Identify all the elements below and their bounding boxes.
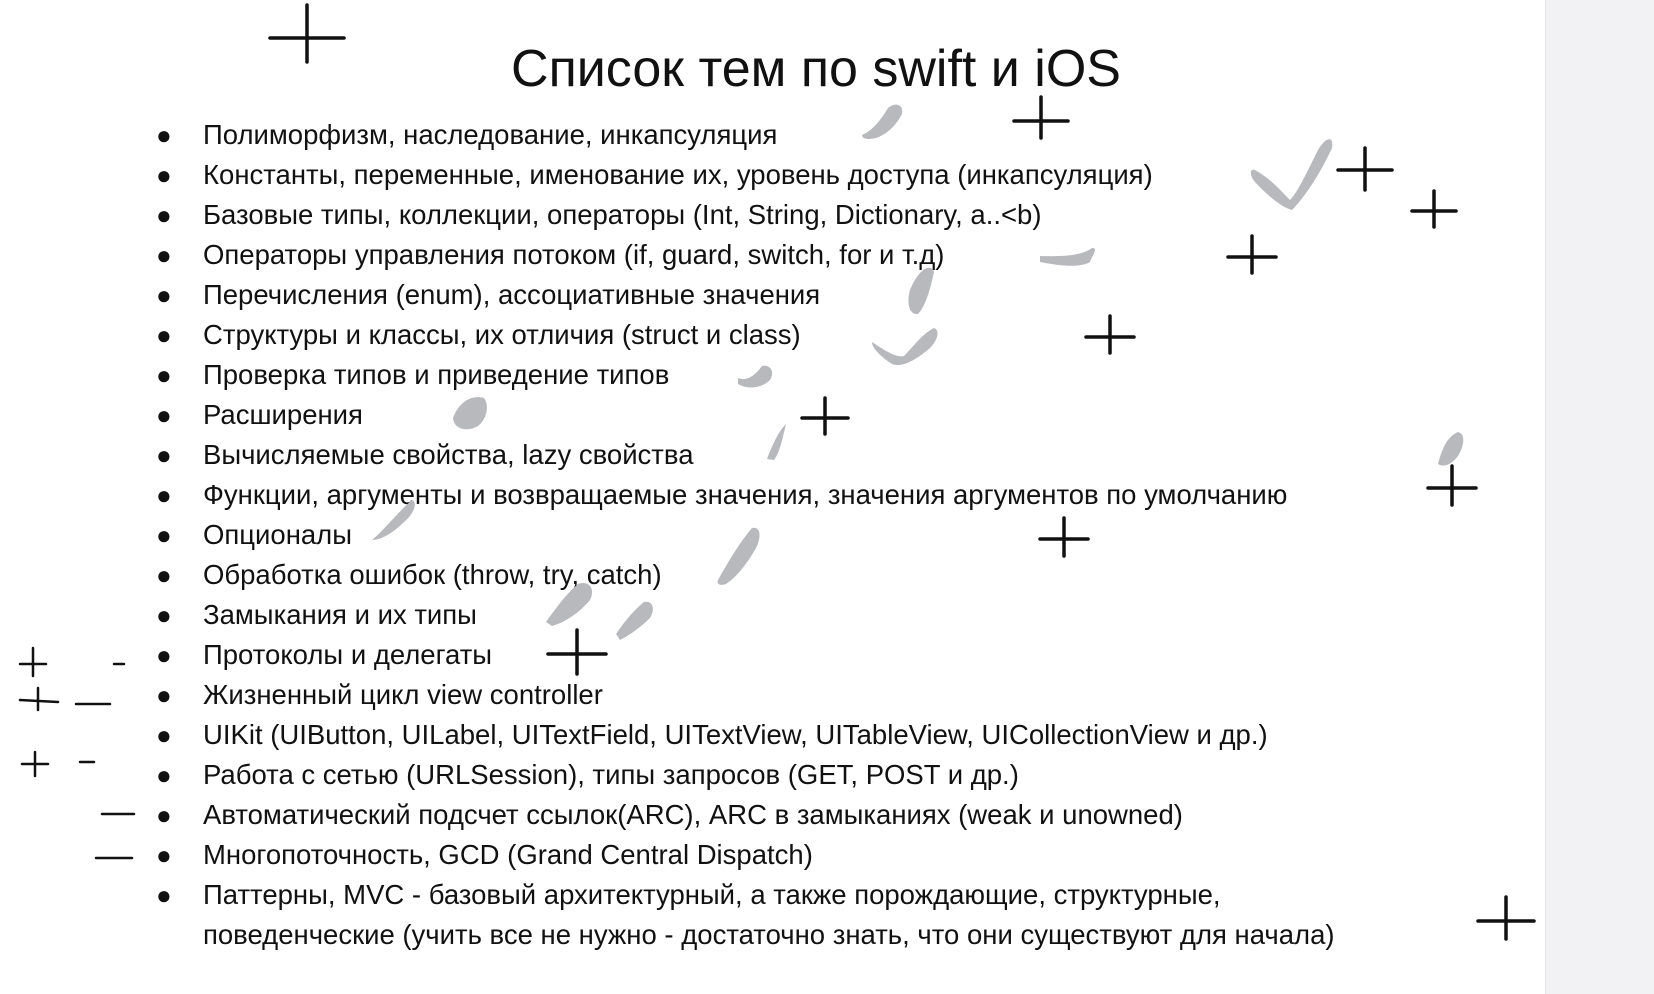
topic-text: Паттерны, MVC - базовый архитектурный, а… xyxy=(203,879,1221,910)
list-item: ● Многопоточность, GCD (Grand Central Dis… xyxy=(0,835,1545,875)
topic-text: Функции, аргументы и возвращаемые значен… xyxy=(203,479,1288,510)
list-item-continuation: поведенческие (учить все не нужно - дост… xyxy=(0,915,1545,955)
list-item: ● Полиморфизм, наследование, инкапсуляция xyxy=(0,115,1545,155)
document-page: Список тем по swift и iOS ● Полиморфизм, … xyxy=(0,0,1545,994)
topic-text: UIKit (UIButton, UILabel, UITextField, U… xyxy=(203,719,1268,750)
list-item: ● Протоколы и делегаты xyxy=(0,635,1545,675)
bullet-icon: ● xyxy=(156,200,172,230)
topic-text: Проверка типов и приведение типов xyxy=(203,359,670,390)
bullet-icon: ● xyxy=(156,360,172,390)
bullet-icon: ● xyxy=(156,120,172,150)
bullet-icon: ● xyxy=(156,520,172,550)
topic-text: Расширения xyxy=(203,399,363,430)
list-item: ● UIKit (UIButton, UILabel, UITextField, … xyxy=(0,715,1545,755)
topic-text: Перечисления (enum), ассоциативные значе… xyxy=(203,279,821,310)
bullet-icon: ● xyxy=(156,560,172,590)
side-gutter xyxy=(1545,0,1654,994)
list-item: ● Проверка типов и приведение типов xyxy=(0,355,1545,395)
bullet-icon: ● xyxy=(156,680,172,710)
bullet-icon: ● xyxy=(156,640,172,670)
topic-text: Обработка ошибок (throw, try, catch) xyxy=(203,559,662,590)
bullet-icon: ● xyxy=(156,160,172,190)
bullet-icon: ● xyxy=(156,880,172,910)
page-title: Список тем по swift и iOS xyxy=(511,40,1121,98)
topic-list: ● Полиморфизм, наследование, инкапсуляция… xyxy=(0,115,1545,955)
list-item: ● Базовые типы, коллекции, операторы (Int… xyxy=(0,195,1545,235)
topic-text: Константы, переменные, именование их, ур… xyxy=(203,159,1153,190)
list-item: ● Жизненный цикл view controller xyxy=(0,675,1545,715)
bullet-icon: ● xyxy=(156,440,172,470)
topic-text: Операторы управления потоком (if, guard,… xyxy=(203,239,945,270)
topic-text: Структуры и классы, их отличия (struct и… xyxy=(203,319,801,350)
list-item: ● Расширения xyxy=(0,395,1545,435)
topic-text: Замыкания и их типы xyxy=(203,599,477,630)
topic-text: Работа с сетью (URLSession), типы запрос… xyxy=(203,759,1019,790)
topic-text: Жизненный цикл view controller xyxy=(203,679,603,710)
list-item: ● Вычисляемые свойства, lazy свойства xyxy=(0,435,1545,475)
list-item: ● Опционалы xyxy=(0,515,1545,555)
bullet-icon: ● xyxy=(156,280,172,310)
topic-text: Автоматический подсчет ссылок(ARC), ARC … xyxy=(203,799,1183,830)
bullet-icon: ● xyxy=(156,840,172,870)
list-item: ● Функции, аргументы и возвращаемые значе… xyxy=(0,475,1545,515)
list-item: ● Перечисления (enum), ассоциативные знач… xyxy=(0,275,1545,315)
topic-text: Базовые типы, коллекции, операторы (Int,… xyxy=(203,199,1042,230)
bullet-icon: ● xyxy=(156,800,172,830)
bullet-icon: ● xyxy=(156,320,172,350)
topic-text: поведенческие (учить все не нужно - дост… xyxy=(203,919,1335,950)
topic-text: Многопоточность, GCD (Grand Central Disp… xyxy=(203,839,813,870)
bullet-icon: ● xyxy=(156,760,172,790)
bullet-icon: ● xyxy=(156,720,172,750)
topic-text: Полиморфизм, наследование, инкапсуляция xyxy=(203,119,778,150)
list-item: ● Паттерны, MVC - базовый архитектурный, … xyxy=(0,875,1545,915)
list-item: ● Автоматический подсчет ссылок(ARC), ARC… xyxy=(0,795,1545,835)
list-item: ● Замыкания и их типы xyxy=(0,595,1545,635)
bullet-icon: ● xyxy=(156,240,172,270)
topic-text: Вычисляемые свойства, lazy свойства xyxy=(203,439,694,470)
topic-text: Протоколы и делегаты xyxy=(203,639,493,670)
list-item: ● Константы, переменные, именование их, у… xyxy=(0,155,1545,195)
list-item: ● Структуры и классы, их отличия (struct … xyxy=(0,315,1545,355)
list-item: ● Работа с сетью (URLSession), типы запро… xyxy=(0,755,1545,795)
bullet-icon: ● xyxy=(156,600,172,630)
bullet-icon: ● xyxy=(156,400,172,430)
list-item: ● Операторы управления потоком (if, guard… xyxy=(0,235,1545,275)
bullet-icon: ● xyxy=(156,480,172,510)
topic-text: Опционалы xyxy=(203,519,352,550)
list-item: ● Обработка ошибок (throw, try, catch) xyxy=(0,555,1545,595)
